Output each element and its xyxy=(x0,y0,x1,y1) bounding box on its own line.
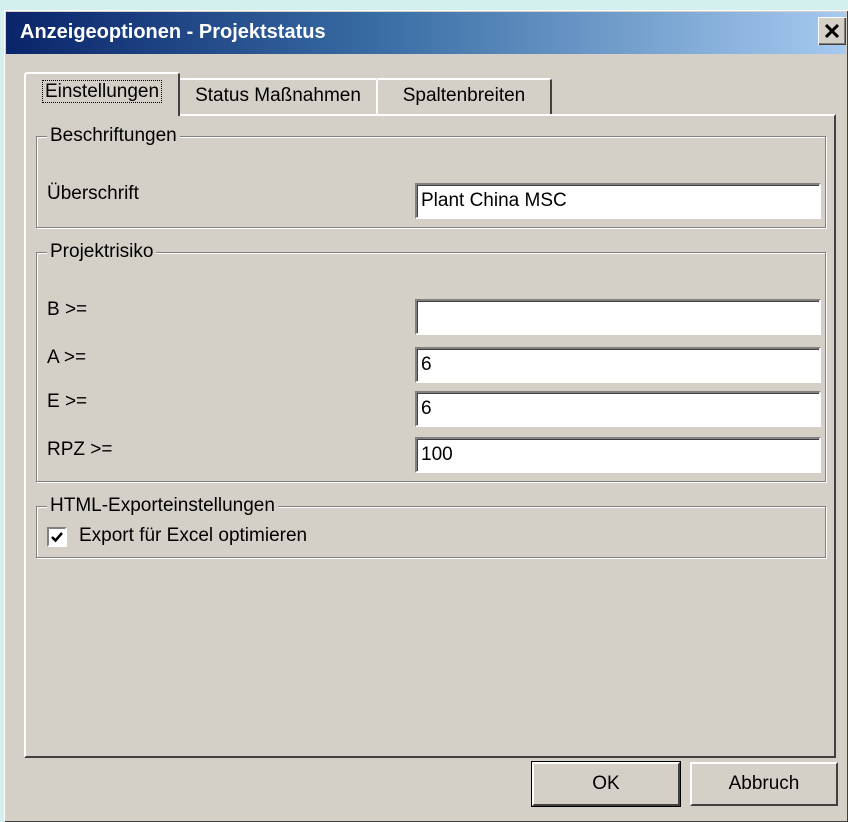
excel-optimize-checkbox[interactable] xyxy=(47,527,67,547)
window-title: Anzeigeoptionen - Projektstatus xyxy=(20,21,326,43)
b-label: B >= xyxy=(47,299,88,320)
close-icon xyxy=(825,24,839,38)
ok-button[interactable]: OK xyxy=(531,761,681,807)
group-legend: Projektrisiko xyxy=(47,241,157,263)
excel-optimize-label[interactable]: Export für Excel optimieren xyxy=(79,525,307,547)
b-input[interactable] xyxy=(415,299,821,335)
tab-spaltenbreiten[interactable]: Spaltenbreiten xyxy=(376,78,552,114)
cancel-button[interactable]: Abbruch xyxy=(690,762,838,806)
group-legend: HTML-Exporteinstellungen xyxy=(47,495,278,517)
tab-label: Einstellungen xyxy=(41,80,163,103)
tab-label: Spaltenbreiten xyxy=(402,85,526,106)
ueberschrift-input[interactable] xyxy=(415,183,821,219)
group-beschriftungen: Beschriftungen Überschrift xyxy=(36,125,826,228)
tab-panel-einstellungen: Beschriftungen Überschrift Projektrisiko… xyxy=(24,114,836,758)
a-label: A >= xyxy=(47,347,87,368)
group-legend: Beschriftungen xyxy=(47,125,180,147)
rpz-label: RPZ >= xyxy=(47,439,113,460)
checkmark-icon xyxy=(51,532,63,543)
group-html-export: HTML-Exporteinstellungen Export für Exce… xyxy=(36,495,826,558)
group-projektrisiko: Projektrisiko B >= A >= E >= RPZ >= xyxy=(36,241,826,482)
tab-status-massnahmen[interactable]: Status Maßnahmen xyxy=(178,78,378,114)
a-input[interactable] xyxy=(415,347,821,383)
tab-label: Status Maßnahmen xyxy=(195,85,361,106)
e-input[interactable] xyxy=(415,391,821,427)
rpz-input[interactable] xyxy=(415,437,821,473)
dialog-window: Anzeigeoptionen - Projektstatus Einstell… xyxy=(4,10,848,822)
close-button[interactable] xyxy=(818,17,846,45)
ueberschrift-label: Überschrift xyxy=(47,183,139,204)
title-bar[interactable]: Anzeigeoptionen - Projektstatus xyxy=(6,12,846,54)
e-label: E >= xyxy=(47,391,88,412)
tab-einstellungen[interactable]: Einstellungen xyxy=(24,72,180,116)
tab-strip: Einstellungen Status Maßnahmen Spaltenbr… xyxy=(24,70,844,116)
